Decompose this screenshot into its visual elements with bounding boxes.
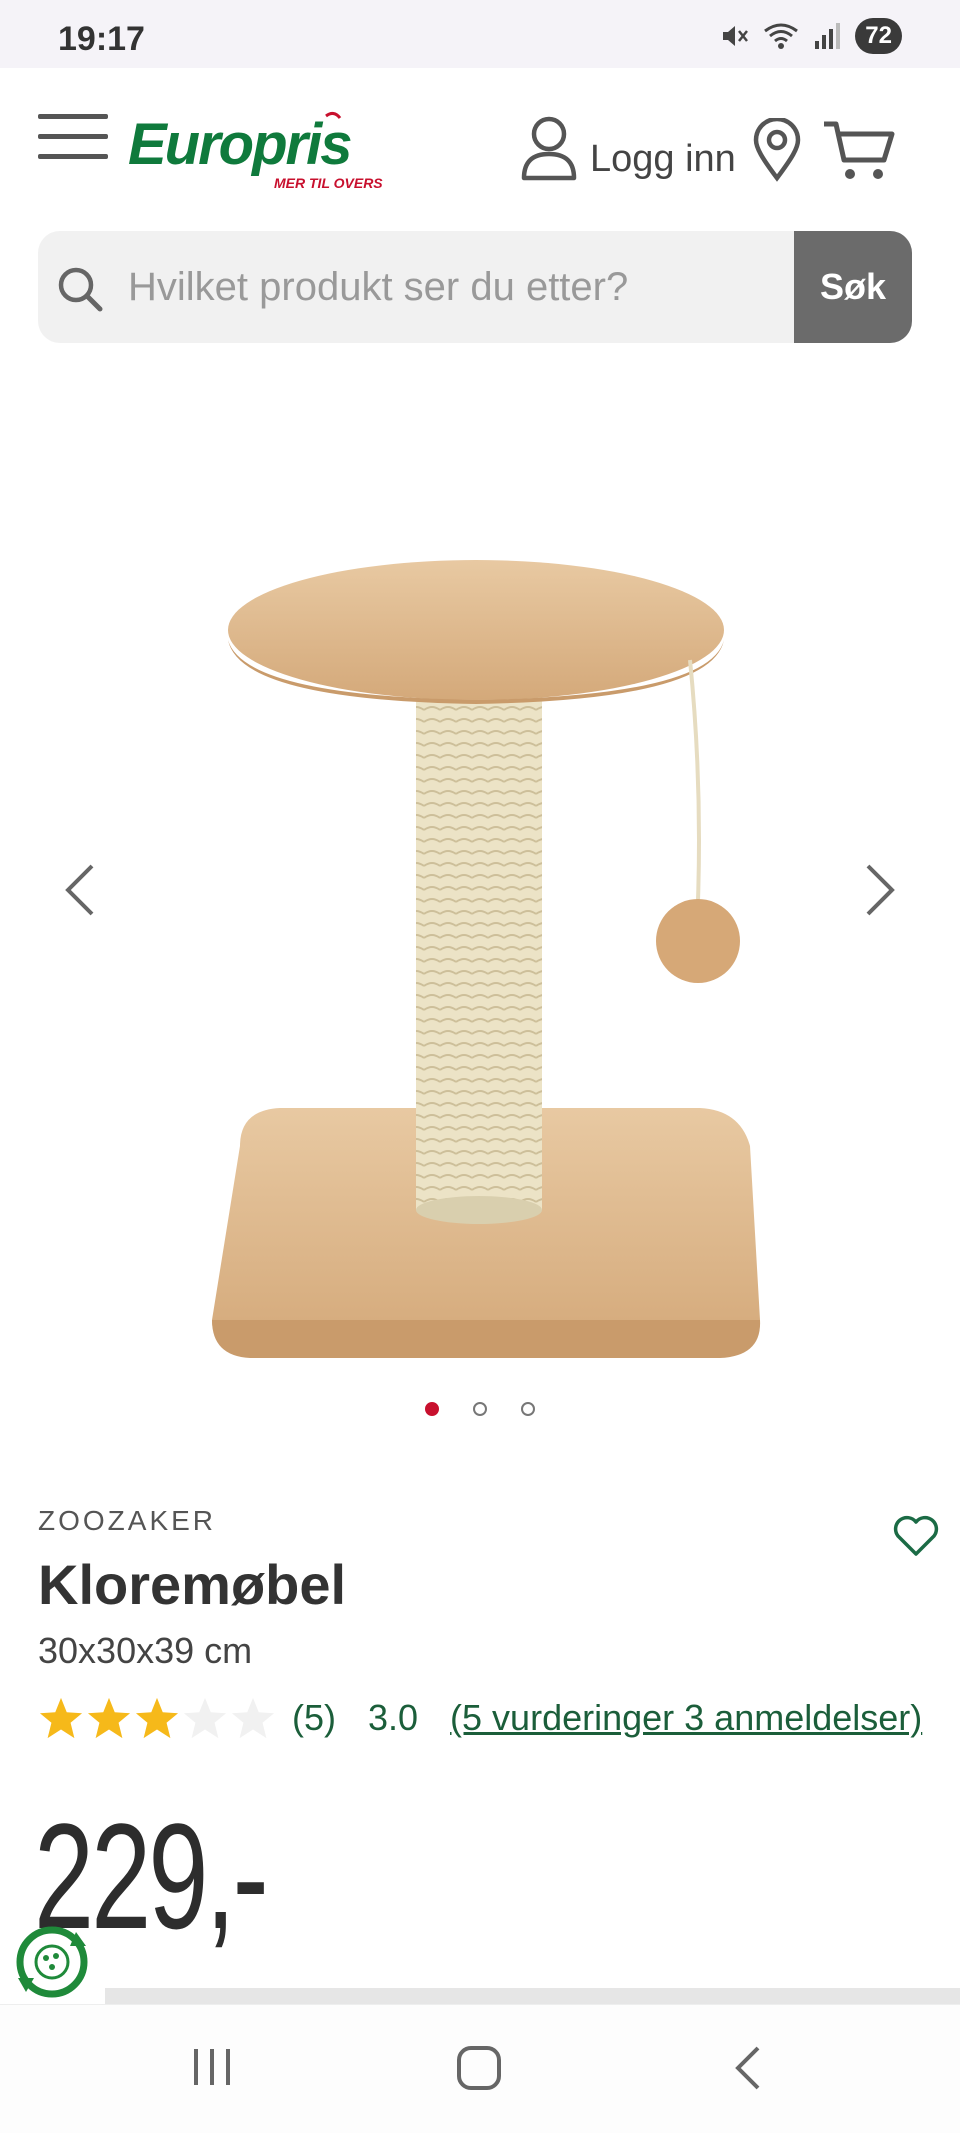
search-button[interactable]: Søk: [794, 231, 912, 343]
rating-row: (5) 3.0 (5 vurderinger 3 anmeldelser): [38, 1696, 922, 1740]
chevron-left-icon[interactable]: [62, 862, 98, 918]
sticky-bar-edge: [105, 1988, 960, 2004]
back-icon[interactable]: [732, 2045, 762, 2091]
wifi-icon: [764, 23, 799, 49]
favorite-heart-icon[interactable]: [892, 1514, 940, 1558]
product-brand[interactable]: ZOOZAKER: [38, 1505, 216, 1537]
status-bar: 19:17 72: [0, 0, 960, 68]
carousel-pagination: [0, 1402, 960, 1416]
eco-recycle-badge-icon[interactable]: [12, 1922, 92, 2002]
reviews-link[interactable]: (5 vurderinger 3 anmeldelser): [450, 1697, 922, 1739]
battery-indicator: 72: [855, 18, 902, 54]
search-icon: [58, 267, 103, 312]
product-dimensions: 30x30x39 cm: [38, 1630, 253, 1671]
europris-logo[interactable]: Europris MER TIL OVERS: [126, 108, 386, 198]
star-empty-icon: [231, 1697, 275, 1739]
star-filled-icon: [39, 1697, 83, 1739]
hamburger-menu-icon[interactable]: [38, 112, 108, 162]
shopping-cart-icon[interactable]: [822, 118, 896, 184]
product-title: Kloremøbel: [38, 1553, 347, 1616]
rating-count: (5): [292, 1697, 336, 1738]
star-rating: [38, 1696, 276, 1740]
store-location-icon[interactable]: [752, 118, 802, 182]
chevron-right-icon[interactable]: [862, 862, 898, 918]
carousel-dot-2[interactable]: [473, 1402, 487, 1416]
login-button[interactable]: Logg inn: [520, 116, 736, 182]
login-label: Logg inn: [590, 137, 736, 180]
carousel-dot-3[interactable]: [521, 1402, 535, 1416]
search-input[interactable]: [128, 231, 828, 343]
carousel-dot-1[interactable]: [425, 1402, 439, 1416]
search-bar: Søk: [38, 231, 912, 343]
recent-apps-icon[interactable]: [190, 2047, 234, 2087]
product-image-carousel[interactable]: [0, 390, 960, 1416]
user-icon: [521, 116, 577, 181]
system-navigation-bar: [0, 2004, 960, 2133]
star-filled-icon: [87, 1697, 131, 1739]
site-header: Europris MER TIL OVERS Logg inn: [0, 68, 960, 228]
svg-text:MER TIL OVERS: MER TIL OVERS: [274, 175, 383, 191]
svg-text:Europris: Europris: [128, 112, 351, 177]
status-time: 19:17: [58, 20, 145, 58]
star-empty-icon: [183, 1697, 227, 1739]
star-filled-icon: [135, 1697, 179, 1739]
home-icon[interactable]: [456, 2045, 502, 2091]
mute-icon: [723, 26, 749, 46]
rating-value: 3.0: [368, 1697, 419, 1738]
product-image-cat-scratcher: [212, 560, 761, 1358]
signal-icon: [815, 23, 841, 49]
status-icons: 72: [719, 18, 902, 54]
